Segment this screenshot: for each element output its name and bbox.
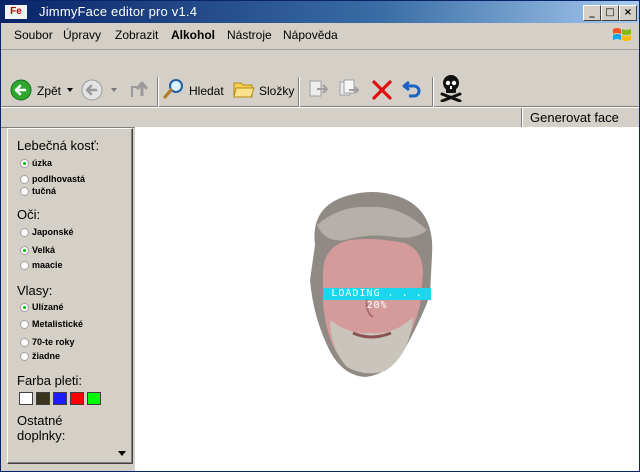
eyes-section-title: Oči: <box>17 207 41 222</box>
skin-swatch-dark[interactable] <box>36 392 50 405</box>
skull-section-title: Lebečná kosť: <box>17 138 100 153</box>
other-accessories-title-line1: Ostatné <box>17 413 63 428</box>
app-window: Fe JimmyFace editor pro v1.4 _ □ × Soubo… <box>0 0 640 472</box>
radio-button[interactable] <box>20 320 29 329</box>
copy-to-icon[interactable] <box>338 78 360 100</box>
menu-alcohol[interactable]: Alkohol <box>171 28 215 42</box>
menu-view[interactable]: Zobrazit <box>115 28 158 42</box>
toolbar-separator <box>432 77 433 107</box>
back-arrow-icon[interactable] <box>10 79 32 101</box>
radio-button[interactable] <box>20 159 29 168</box>
forward-arrow-icon[interactable] <box>81 79 103 101</box>
back-dropdown-chevron-icon[interactable] <box>67 88 73 92</box>
menu-file[interactable]: Soubor <box>14 28 53 42</box>
radio-button[interactable] <box>20 175 29 184</box>
forward-dropdown-chevron-icon[interactable] <box>111 88 117 92</box>
menu-edit[interactable]: Úpravy <box>63 28 101 42</box>
move-to-icon[interactable] <box>307 78 329 100</box>
other-accessories-title-line2: doplnky: <box>17 428 66 443</box>
up-folder-icon[interactable] <box>128 78 150 100</box>
back-button-label[interactable]: Zpět <box>37 84 61 98</box>
menu-bar: Soubor Úpravy Zobrazit Alkohol Nástroje … <box>1 23 639 50</box>
radio-button[interactable] <box>20 338 29 347</box>
face-canvas: LOADING . . . 20% <box>135 127 639 471</box>
minimize-button[interactable]: _ <box>583 5 601 21</box>
windows-logo-icon <box>613 28 631 41</box>
status-bar: Generovat face <box>1 107 639 128</box>
maximize-button[interactable]: □ <box>601 5 619 21</box>
generate-face-button[interactable]: Generovat face <box>521 108 619 127</box>
skin-swatch-blue[interactable] <box>53 392 67 405</box>
radio-button[interactable] <box>20 228 29 237</box>
menu-tools[interactable]: Nástroje <box>227 28 272 42</box>
radio-button[interactable] <box>20 303 29 312</box>
radio-button[interactable] <box>20 261 29 270</box>
scroll-down-arrow-icon[interactable] <box>118 451 126 456</box>
close-button[interactable]: × <box>619 5 637 21</box>
app-icon: Fe <box>5 5 27 19</box>
options-panel: Lebečná kosť: úzka podlhovastá tučná Oči… <box>7 128 133 464</box>
window-title: JimmyFace editor pro v1.4 <box>39 4 198 19</box>
folders-icon[interactable] <box>233 79 255 99</box>
delete-icon[interactable] <box>371 79 393 101</box>
loading-progress-bar: LOADING . . . 20% <box>323 288 431 311</box>
search-icon[interactable] <box>163 78 185 100</box>
menu-help[interactable]: Nápověda <box>283 28 338 42</box>
skin-swatch-green[interactable] <box>87 392 101 405</box>
toolbar-separator <box>298 77 299 107</box>
toolbar-separator <box>157 77 158 107</box>
radio-button[interactable] <box>20 246 29 255</box>
hair-section-title: Vlasy: <box>17 283 53 298</box>
skull-icon[interactable] <box>439 74 463 102</box>
skin-color-section-title: Farba pleti: <box>17 373 83 388</box>
undo-icon[interactable] <box>401 78 423 100</box>
search-button-label[interactable]: Hledat <box>189 84 224 98</box>
title-bar[interactable]: Fe JimmyFace editor pro v1.4 _ □ × <box>1 1 639 23</box>
radio-button[interactable] <box>20 352 29 361</box>
skin-swatch-white[interactable] <box>19 392 33 405</box>
toolbar: Zpět Hledat Složky <box>1 50 639 107</box>
folders-button-label[interactable]: Složky <box>259 84 294 98</box>
radio-button[interactable] <box>20 187 29 196</box>
face-image <box>310 191 433 377</box>
skin-swatch-red[interactable] <box>70 392 84 405</box>
